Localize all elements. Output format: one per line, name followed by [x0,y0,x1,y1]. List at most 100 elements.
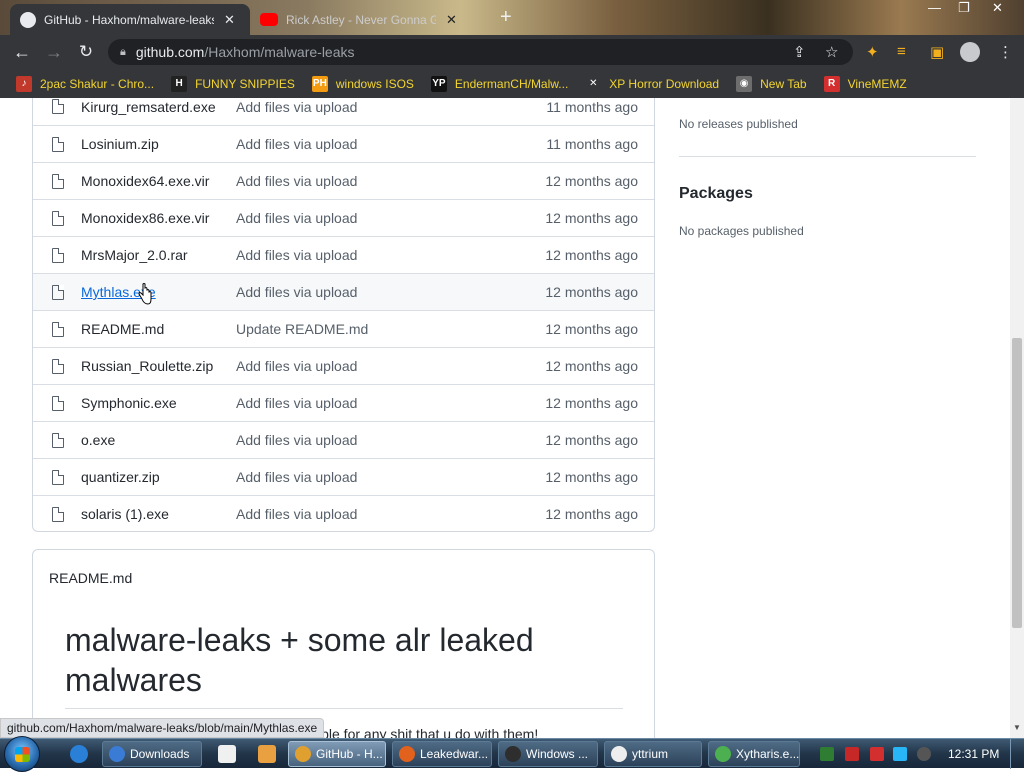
file-row[interactable]: Mythlas.exe Add files via upload 12 months… [33,273,654,310]
bookmark-item[interactable]: ♪ 2pac Shakur - Chro... [16,75,155,92]
file-name-link[interactable]: Kirurg_remsaterd.exe [81,99,216,115]
bookmark-item[interactable]: ✕ XP Horror Download [585,75,720,92]
file-name-link[interactable]: o.exe [81,432,115,448]
close-tab-icon[interactable]: ✕ [446,12,457,28]
file-row[interactable]: solaris (1).exe Add files via upload 12 mo… [33,495,654,532]
terminal-icon [505,746,521,762]
commit-message-link[interactable]: Add files via upload [236,284,357,300]
file-row[interactable]: Russian_Roulette.zip Add files via upload… [33,347,654,384]
tray-flag-icon[interactable] [870,747,884,761]
file-name-link[interactable]: Losinium.zip [81,136,159,152]
file-icon [52,322,64,337]
taskbar-item[interactable]: Leakedwar... [392,741,492,767]
profile-avatar-icon[interactable] [960,42,980,62]
yp-logo-icon: YP [430,75,447,92]
tray-volume-icon[interactable] [917,747,931,761]
new-tab-button[interactable]: + [500,6,512,29]
internet-explorer-icon[interactable] [70,745,88,763]
file-icon [52,433,64,448]
bookmark-item[interactable]: ◉ New Tab [736,75,807,92]
taskbar-item[interactable]: Downloads [102,741,202,767]
file-name-link[interactable]: README.md [81,321,164,337]
app-icon[interactable] [258,745,276,763]
back-button[interactable]: ← [6,42,38,63]
scroll-down-arrow-icon[interactable]: ▼ [1013,723,1021,732]
reload-button[interactable]: ↻ [70,42,102,62]
media-icon[interactable]: ≡ [897,43,906,60]
file-row[interactable]: o.exe Add files via upload 12 months ago [33,421,654,458]
close-window-button[interactable]: ✕ [992,0,1003,16]
commit-message-link[interactable]: Add files via upload [236,173,357,189]
file-row[interactable]: Monoxidex64.exe.vir Add files via upload 1… [33,162,654,199]
tray-v-icon[interactable] [845,747,859,761]
tray-monitor-icon[interactable] [893,747,907,761]
commit-message-link[interactable]: Add files via upload [236,506,357,522]
share-icon[interactable]: ⇪ [793,43,806,61]
file-name-link[interactable]: Russian_Roulette.zip [81,358,213,374]
commit-message-link[interactable]: Add files via upload [236,247,357,263]
start-button[interactable] [4,736,40,772]
bookmark-label: FUNNY SNIPPIES [195,76,295,91]
tab-github[interactable]: GitHub - Haxhom/malware-leaks ✕ [10,4,250,35]
commit-message-link[interactable]: Add files via upload [236,136,357,152]
file-name-link[interactable]: Symphonic.exe [81,395,177,411]
commit-message-link[interactable]: Add files via upload [236,395,357,411]
media-player-icon[interactable] [218,745,236,763]
file-row[interactable]: README.md Update README.md 12 months ago [33,310,654,347]
bookmark-label: 2pac Shakur - Chro... [40,76,155,91]
file-row[interactable]: quantizer.zip Add files via upload 12 mont… [33,458,654,495]
bookmark-item[interactable]: R VineMEMZ [823,75,907,92]
commit-message-link[interactable]: Add files via upload [236,99,357,115]
side-panel-icon[interactable]: ▣ [930,43,944,61]
bookmark-star-icon[interactable]: ☆ [825,43,838,61]
file-name-link[interactable]: MrsMajor_2.0.rar [81,247,188,263]
taskbar-item[interactable]: GitHub - H... [288,741,386,767]
taskbar-item-label: Windows ... [526,747,589,761]
taskbar-item-label: Xytharis.e... [736,747,800,761]
tray-green-icon[interactable] [820,747,834,761]
extensions-icon[interactable]: ✦ [866,43,879,61]
hand-cursor-icon [138,283,152,305]
close-tab-icon[interactable]: ✕ [224,12,235,28]
file-icon [52,359,64,374]
file-row[interactable]: Kirurg_remsaterd.exe Add files via upload… [33,98,654,125]
status-url-bubble: github.com/Haxhom/malware-leaks/blob/mai… [0,718,325,738]
file-name-link[interactable]: Monoxidex86.exe.vir [81,210,209,226]
page-scrollbar[interactable]: ▼ [1010,98,1024,738]
commit-message-link[interactable]: Add files via upload [236,210,357,226]
address-bar[interactable]: 🔒︎ github.com /Haxhom/malware-leaks [108,39,853,65]
commit-message-link[interactable]: Add files via upload [236,358,357,374]
file-icon [52,248,64,263]
commit-message-link[interactable]: Add files via upload [236,432,357,448]
scrollbar-thumb[interactable] [1012,338,1022,628]
maximize-button[interactable]: ❐ [958,0,970,16]
file-row[interactable]: Symphonic.exe Add files via upload 12 mont… [33,384,654,421]
globe-icon: ◉ [736,75,753,92]
bookmark-item[interactable]: YP EndermanCH/Malw... [430,75,568,92]
bookmark-item[interactable]: H FUNNY SNIPPIES [171,75,295,92]
file-row[interactable]: MrsMajor_2.0.rar Add files via upload 12 m… [33,236,654,273]
file-row[interactable]: Losinium.zip Add files via upload 11 month… [33,125,654,162]
minimize-button[interactable]: — [928,0,941,15]
commit-message-link[interactable]: Add files via upload [236,469,357,485]
clock[interactable]: 12:31 PM [948,747,999,761]
file-name-link[interactable]: solaris (1).exe [81,506,169,522]
file-row[interactable]: Monoxidex86.exe.vir Add files via upload 1… [33,199,654,236]
bookmark-item[interactable]: PH windows ISOS [311,75,414,92]
taskbar-item[interactable]: Xytharis.e... [708,741,800,767]
menu-kebab-icon[interactable]: ⋮ [998,43,1013,61]
taskbar-item-label: yttrium [632,747,668,761]
tab-youtube[interactable]: Rick Astley - Never Gonna Give You Up ✕ [250,4,470,35]
packages-heading[interactable]: Packages [679,185,753,203]
forward-button[interactable]: → [38,42,70,63]
chrome-icon [295,746,311,762]
file-icon [52,137,64,152]
taskbar-item[interactable]: yttrium [604,741,702,767]
commit-message-link[interactable]: Update README.md [236,321,368,337]
taskbar-item[interactable]: Windows ... [498,741,598,767]
file-name-link[interactable]: Monoxidex64.exe.vir [81,173,209,189]
show-desktop-button[interactable] [1010,739,1024,769]
bookmark-label: XP Horror Download [609,76,720,91]
file-icon [52,174,64,189]
file-name-link[interactable]: quantizer.zip [81,469,160,485]
